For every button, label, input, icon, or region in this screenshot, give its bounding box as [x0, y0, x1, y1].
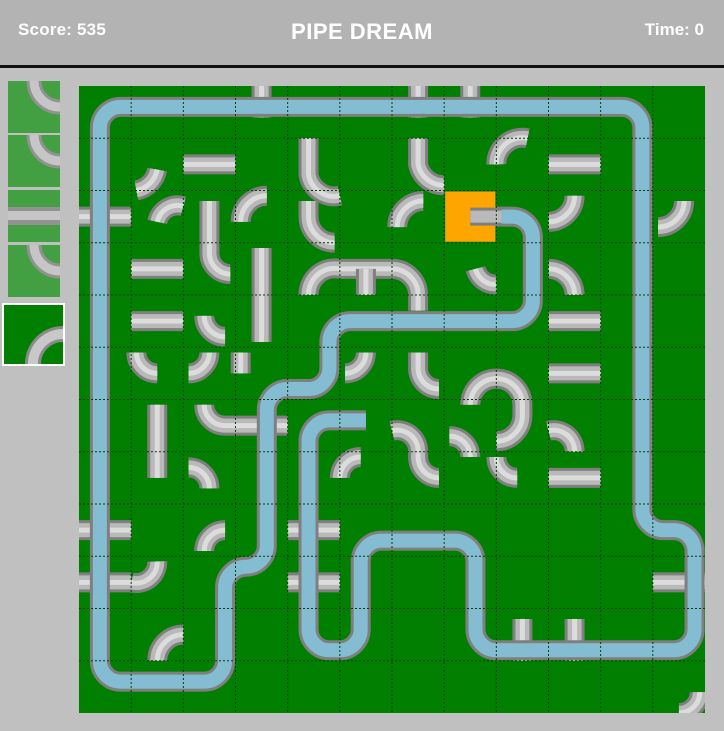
curve-pipe-icon: [25, 326, 64, 365]
queue-piece-1: [8, 81, 60, 133]
curve-pipe-icon: [26, 245, 60, 279]
queue-next-piece: [2, 303, 65, 366]
queue-piece-2: [8, 135, 60, 187]
curve-pipe-icon: [26, 135, 60, 169]
game-board[interactable]: [79, 86, 705, 713]
time-display: Time: 0: [644, 20, 704, 39]
queue-piece-4: [8, 245, 60, 297]
pipe-grid[interactable]: [79, 86, 705, 713]
game-hud: Score: 535 PIPE DREAM Time: 0: [0, 0, 724, 68]
queue-piece-3: [8, 190, 60, 242]
game-title: PIPE DREAM: [291, 19, 433, 44]
straight-pipe-icon: [8, 207, 60, 225]
curve-pipe-icon: [26, 81, 60, 115]
piece-queue: [0, 68, 75, 388]
